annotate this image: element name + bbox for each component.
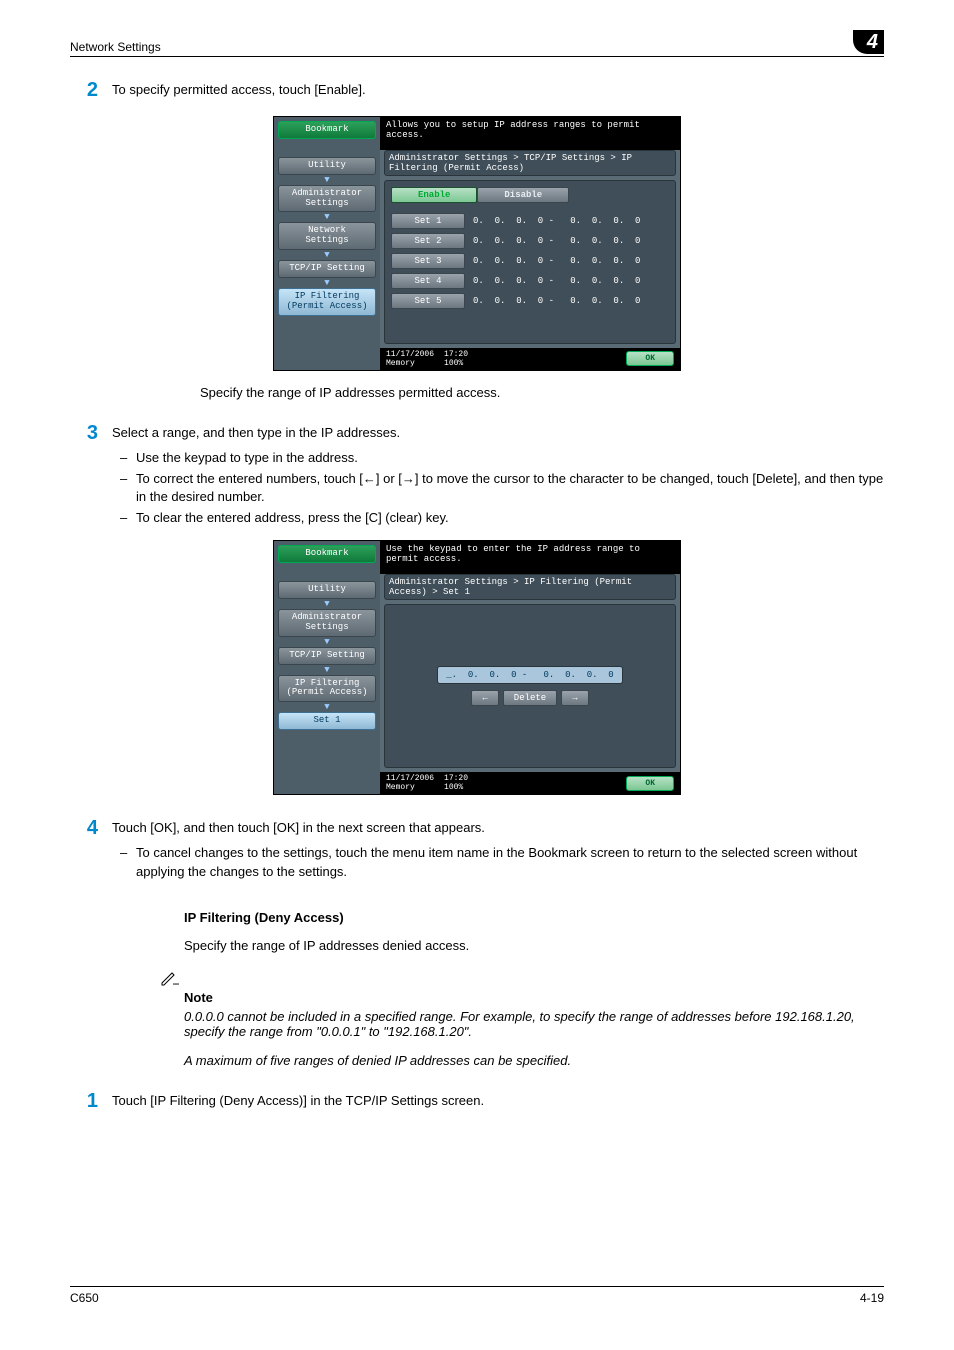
- set-3-button[interactable]: Set 3: [391, 253, 465, 269]
- disable-button[interactable]: Disable: [477, 187, 569, 203]
- side-tcpip-setting[interactable]: TCP/IP Setting: [278, 647, 376, 665]
- ip-input[interactable]: _. 0. 0. 0 - 0. 0. 0. 0: [437, 666, 622, 684]
- bookmark-button[interactable]: Bookmark: [278, 545, 376, 563]
- arrow-down-icon: ▼: [278, 667, 376, 673]
- breadcrumb: Administrator Settings > TCP/IP Settings…: [384, 150, 676, 176]
- arrow-down-icon: ▼: [278, 601, 376, 607]
- bullet: Use the keypad to type in the address.: [112, 449, 884, 468]
- screen-date: 11/17/2006: [386, 774, 434, 783]
- arrow-down-icon: ▼: [278, 639, 376, 645]
- screen-message: Allows you to setup IP address ranges to…: [380, 117, 680, 150]
- enable-button[interactable]: Enable: [391, 187, 477, 203]
- page-footer: C650 4-19: [70, 1286, 884, 1305]
- bullet: To clear the entered address, press the …: [112, 509, 884, 528]
- note-text: 0.0.0.0 cannot be included in a specifie…: [184, 1009, 884, 1039]
- device-screenshot-1: Bookmark Utility ▼ Administrator Setting…: [273, 116, 681, 371]
- note-block: Note 0.0.0.0 cannot be included in a spe…: [184, 969, 884, 1068]
- side-utility[interactable]: Utility: [278, 581, 376, 599]
- arrow-down-icon: ▼: [278, 704, 376, 710]
- arrow-down-icon: ▼: [278, 280, 376, 286]
- side-network-settings[interactable]: Network Settings: [278, 222, 376, 250]
- step-2: 2 To specify permitted access, touch [En…: [70, 81, 884, 106]
- note-heading: Note: [184, 990, 884, 1005]
- screen-memory-value: 100%: [444, 783, 463, 792]
- arrow-down-icon: ▼: [278, 214, 376, 220]
- device-screenshot-2: Bookmark Utility ▼ Administrator Setting…: [273, 540, 681, 795]
- section-body: Specify the range of IP addresses denied…: [184, 938, 884, 953]
- note-text: A maximum of five ranges of denied IP ad…: [184, 1053, 884, 1068]
- side-utility[interactable]: Utility: [278, 157, 376, 175]
- side-tcpip-setting[interactable]: TCP/IP Setting: [278, 260, 376, 278]
- bullet: To cancel changes to the settings, touch…: [112, 844, 884, 882]
- chapter-badge: 4: [853, 30, 884, 54]
- arrow-down-icon: ▼: [278, 177, 376, 183]
- screen-time: 17:20: [444, 774, 468, 783]
- screen-message: Use the keypad to enter the IP address r…: [380, 541, 680, 574]
- ip-range-1: 0. 0. 0. 0 - 0. 0. 0. 0: [473, 216, 640, 226]
- ok-button[interactable]: OK: [626, 351, 674, 366]
- cursor-left-button[interactable]: ←: [471, 690, 498, 706]
- screen-memory-value: 100%: [444, 359, 463, 368]
- ip-range-3: 0. 0. 0. 0 - 0. 0. 0. 0: [473, 256, 640, 266]
- cursor-right-button[interactable]: →: [561, 690, 588, 706]
- screen-memory-label: Memory: [386, 359, 415, 368]
- set-2-button[interactable]: Set 2: [391, 233, 465, 249]
- step-4: 4 Touch [OK], and then touch [OK] in the…: [70, 819, 884, 884]
- ip-range-4: 0. 0. 0. 0 - 0. 0. 0. 0: [473, 276, 640, 286]
- side-set-1[interactable]: Set 1: [278, 712, 376, 730]
- set-1-button[interactable]: Set 1: [391, 213, 465, 229]
- set-4-button[interactable]: Set 4: [391, 273, 465, 289]
- footer-left: C650: [70, 1291, 99, 1305]
- step-2-caption: Specify the range of IP addresses permit…: [200, 385, 884, 400]
- screen-memory-label: Memory: [386, 783, 415, 792]
- step-number: 2: [70, 81, 112, 99]
- delete-button[interactable]: Delete: [503, 690, 557, 706]
- breadcrumb: Administrator Settings > IP Filtering (P…: [384, 574, 676, 600]
- step-text: Touch [IP Filtering (Deny Access)] in th…: [112, 1092, 884, 1111]
- footer-right: 4-19: [860, 1291, 884, 1305]
- note-icon: [160, 969, 180, 990]
- set-5-button[interactable]: Set 5: [391, 293, 465, 309]
- step-number: 1: [70, 1092, 112, 1110]
- step-3: 3 Select a range, and then type in the I…: [70, 424, 884, 530]
- step-number: 4: [70, 819, 112, 837]
- screen-time: 17:20: [444, 350, 468, 359]
- bookmark-button[interactable]: Bookmark: [278, 121, 376, 139]
- ok-button[interactable]: OK: [626, 776, 674, 791]
- step-number: 3: [70, 424, 112, 442]
- step-text: To specify permitted access, touch [Enab…: [112, 81, 884, 100]
- side-admin-settings[interactable]: Administrator Settings: [278, 185, 376, 213]
- side-ip-filtering[interactable]: IP Filtering (Permit Access): [278, 288, 376, 316]
- step-1b: 1 Touch [IP Filtering (Deny Access)] in …: [70, 1092, 884, 1117]
- arrow-down-icon: ▼: [278, 252, 376, 258]
- section-heading: IP Filtering (Deny Access): [184, 910, 884, 925]
- bullet: To correct the entered numbers, touch [←…: [112, 470, 884, 508]
- step-text: Touch [OK], and then touch [OK] in the n…: [112, 819, 884, 838]
- header-title: Network Settings: [70, 40, 161, 54]
- side-ip-filtering[interactable]: IP Filtering (Permit Access): [278, 675, 376, 703]
- screen-date: 11/17/2006: [386, 350, 434, 359]
- ip-range-2: 0. 0. 0. 0 - 0. 0. 0. 0: [473, 236, 640, 246]
- page-header: Network Settings 4: [70, 30, 884, 57]
- side-admin-settings[interactable]: Administrator Settings: [278, 609, 376, 637]
- ip-range-5: 0. 0. 0. 0 - 0. 0. 0. 0: [473, 296, 640, 306]
- step-text: Select a range, and then type in the IP …: [112, 424, 884, 443]
